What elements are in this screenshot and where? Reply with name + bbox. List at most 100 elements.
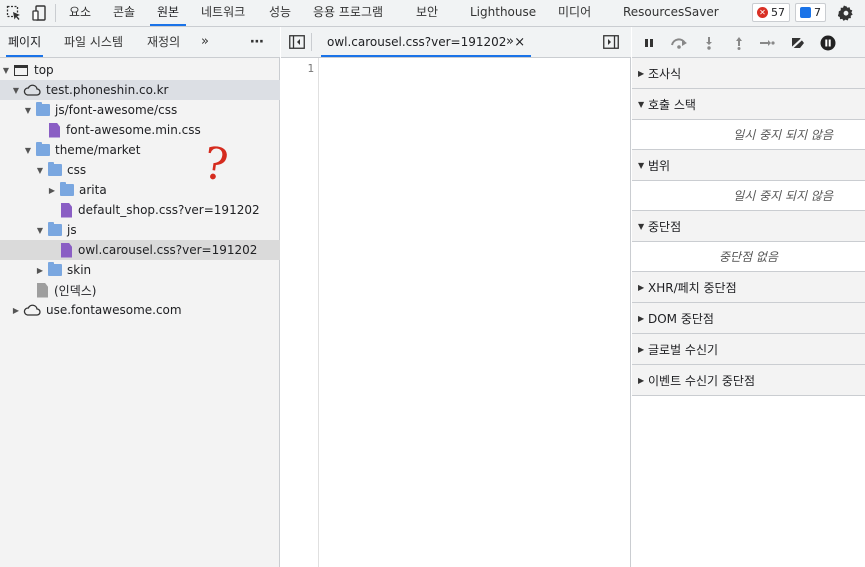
more-editor-tabs-chevron-icon[interactable]: » [506,27,514,57]
section-scope[interactable]: ▼ 범위 [632,150,865,181]
tree-item-label: owl.carousel.css?ver=191202 [78,243,258,257]
tree-item-label: font-awesome.min.css [66,123,201,137]
debugger-sidebar: ▶ 조사식 ▼ 호출 스택 일시 중지 되지 않음 ▼ 범위 일시 중지 되지 … [632,27,865,567]
collapse-arrow-icon[interactable]: ▶ [10,306,22,315]
close-tab-icon[interactable]: × [514,35,525,50]
stylesheet-file-icon [61,242,72,258]
section-dom-breakpoints[interactable]: ▶ DOM 중단점 [632,303,865,334]
debugger-toolbar [632,27,865,58]
tab-performance[interactable]: 성능 [269,0,291,26]
tree-item-document[interactable]: (인덱스) [0,280,280,300]
tab-elements[interactable]: 요소 [69,0,91,26]
section-title: 이벤트 수신기 중단점 [648,373,755,388]
tree-item-file-selected[interactable]: owl.carousel.css?ver=191202 [0,240,280,260]
expand-arrow-icon[interactable]: ▼ [22,106,34,115]
code-area[interactable] [320,58,631,567]
navigator-menu-icon[interactable]: ⋯ [250,27,264,57]
debugger-empty-area [632,397,865,567]
collapse-arrow-icon[interactable]: ▶ [46,186,58,195]
tree-item-file[interactable]: font-awesome.min.css [0,120,280,140]
folder-icon [36,102,50,116]
step-into-icon[interactable] [700,34,718,52]
message-icon [800,7,811,18]
deactivate-breakpoints-icon[interactable] [789,34,807,52]
toolbar-separator [55,4,56,22]
navigator-panel: 페이지 파일 시스템 재정의 » ⋯ ▼ top ▼ test.phoneshi… [0,27,280,567]
error-count-badge[interactable]: ✕ 57 [752,3,790,22]
device-toolbar-icon[interactable] [30,3,50,23]
tab-overrides[interactable]: 재정의 [147,27,180,57]
tab-sources[interactable]: 원본 [150,0,187,26]
step-out-icon[interactable] [730,34,748,52]
settings-gear-icon[interactable] [836,3,856,23]
message-count-badge[interactable]: 7 [795,3,826,22]
tree-item-folder[interactable]: ▼ js [0,220,280,240]
collapse-arrow-icon: ▶ [638,313,645,323]
editor-tab-label: owl.carousel.css?ver=191202 [327,35,507,49]
section-title: 글로벌 수신기 [648,342,719,357]
tree-item-file[interactable]: default_shop.css?ver=191202 [0,200,280,220]
tree-item-folder[interactable]: ▶ skin [0,260,280,280]
expand-arrow-icon[interactable]: ▼ [22,146,34,155]
section-title: 범위 [648,158,671,173]
tab-page[interactable]: 페이지 [6,27,44,57]
tree-item-domain[interactable]: ▶ use.fontawesome.com [0,300,280,320]
tree-item-folder[interactable]: ▼ css [0,160,280,180]
tree-item-label: (인덱스) [54,283,97,298]
step-over-icon[interactable] [670,34,688,52]
source-editor: owl.carousel.css?ver=191202 × » 1 [281,27,631,567]
error-icon: ✕ [757,7,768,18]
stylesheet-file-icon [49,122,60,138]
tab-media[interactable]: 미디어 [558,0,591,26]
toggle-navigator-icon[interactable] [289,35,305,52]
message-count: 7 [814,6,821,19]
tab-security[interactable]: 보안 [416,0,438,26]
scope-status: 일시 중지 되지 않음 [632,181,865,211]
section-call-stack[interactable]: ▼ 호출 스택 [632,89,865,120]
tree-item-label: top [34,63,54,77]
expand-arrow-icon[interactable]: ▼ [10,86,22,95]
section-breakpoints[interactable]: ▼ 중단점 [632,211,865,242]
tree-item-label: arita [79,183,107,197]
pause-on-exceptions-icon[interactable] [819,34,837,52]
section-watch[interactable]: ▶ 조사식 [632,58,865,89]
section-global-listeners[interactable]: ▶ 글로벌 수신기 [632,334,865,365]
collapse-arrow-icon: ▶ [638,68,645,78]
section-title: XHR/페치 중단점 [648,280,737,295]
tab-console[interactable]: 콘솔 [113,0,135,26]
line-number: 1 [307,62,314,75]
tab-application[interactable]: 응용 프로그램 [313,0,383,26]
expand-arrow-icon: ▼ [638,160,645,170]
section-title: 중단점 [648,219,682,234]
section-xhr-breakpoints[interactable]: ▶ XHR/페치 중단점 [632,272,865,303]
editor-tab-owl-carousel[interactable]: owl.carousel.css?ver=191202 × [321,27,532,57]
tab-network[interactable]: 네트워크 [201,0,245,26]
expand-arrow-icon[interactable]: ▼ [34,226,46,235]
more-tabs-chevron-icon[interactable]: » [201,27,209,57]
folder-icon [48,162,62,176]
collapse-arrow-icon: ▶ [638,282,645,292]
tree-item-label: theme/market [55,143,141,157]
toggle-debugger-icon[interactable] [603,35,619,52]
tree-item-folder[interactable]: ▼ js/font-awesome/css [0,100,280,120]
tree-item-domain[interactable]: ▼ test.phoneshin.co.kr [0,80,280,100]
tab-resources-saver[interactable]: ResourcesSaver [623,0,719,26]
expand-arrow-icon[interactable]: ▼ [0,66,12,75]
section-title: 조사식 [648,66,682,81]
tab-lighthouse[interactable]: Lighthouse [470,0,536,26]
navigator-tabs: 페이지 파일 시스템 재정의 » ⋯ [0,27,280,58]
inspect-element-icon[interactable] [4,3,24,23]
cloud-icon [23,84,41,96]
tree-item-label: default_shop.css?ver=191202 [78,203,260,217]
tree-item-folder[interactable]: ▶ arita [0,180,280,200]
step-icon[interactable] [758,34,776,52]
section-title: 호출 스택 [648,97,696,112]
tab-filesystem[interactable]: 파일 시스템 [64,27,123,57]
tree-item-top[interactable]: ▼ top [0,60,280,80]
collapse-arrow-icon: ▶ [638,375,645,385]
tree-item-folder[interactable]: ▼ theme/market [0,140,280,160]
collapse-arrow-icon[interactable]: ▶ [34,266,46,275]
section-event-listener-breakpoints[interactable]: ▶ 이벤트 수신기 중단점 [632,365,865,396]
expand-arrow-icon[interactable]: ▼ [34,166,46,175]
pause-icon[interactable] [640,34,658,52]
